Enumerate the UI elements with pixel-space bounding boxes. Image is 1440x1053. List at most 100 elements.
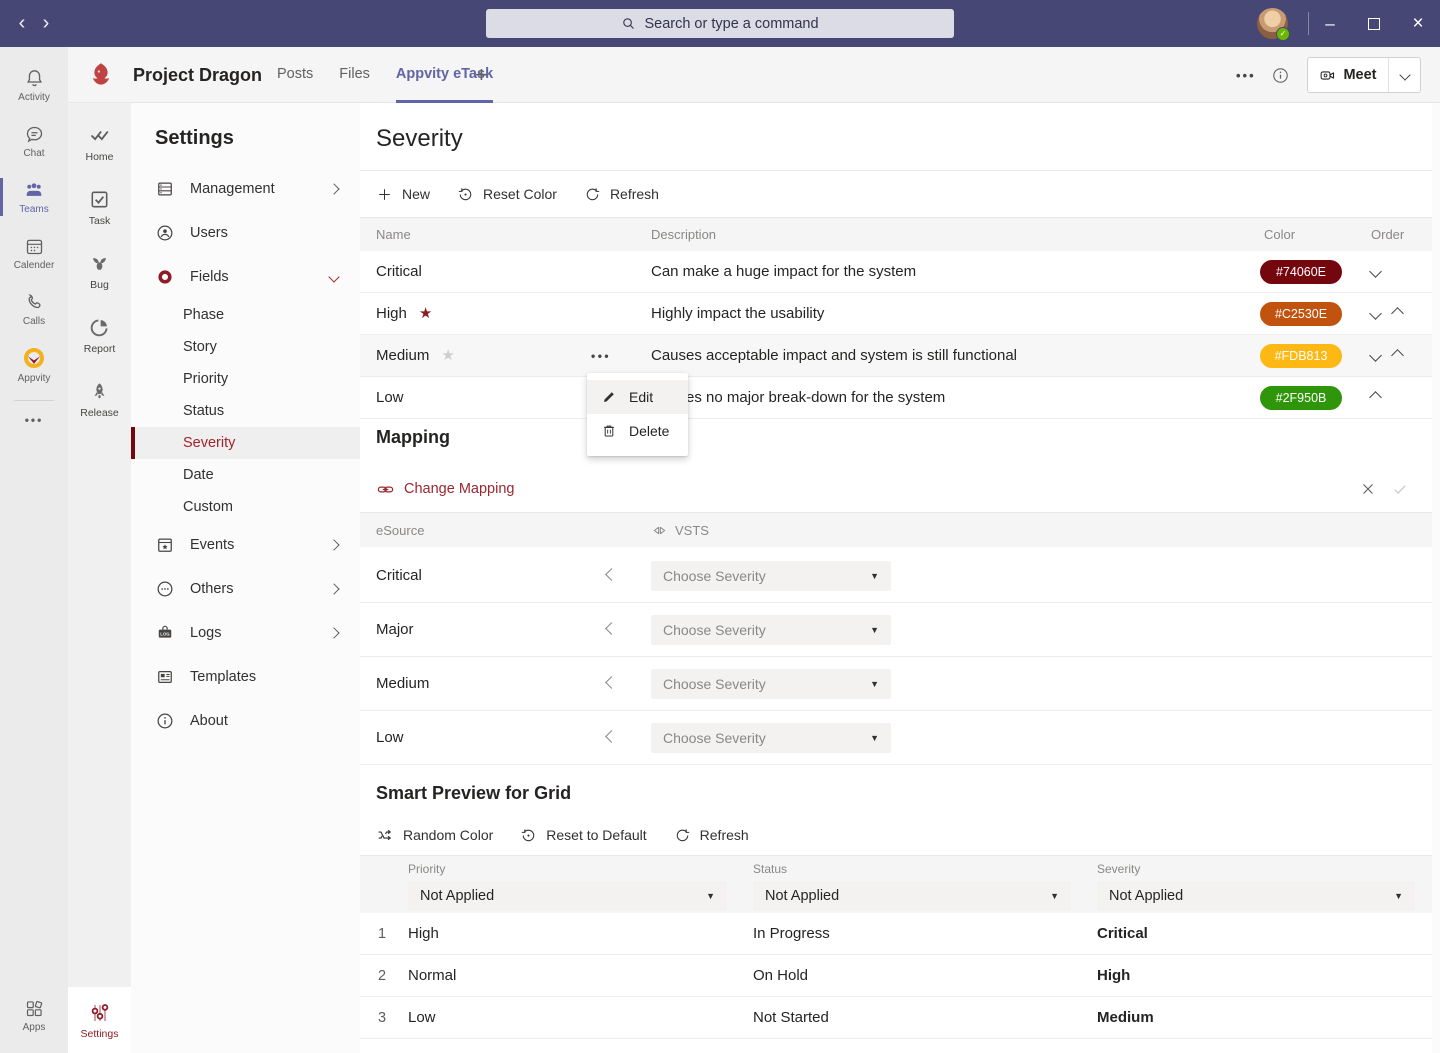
star-filled-icon[interactable]: ★ xyxy=(419,306,432,321)
refresh-button[interactable]: Refresh xyxy=(584,186,659,203)
order-up-icon[interactable] xyxy=(1369,391,1382,404)
tab-posts[interactable]: Posts xyxy=(277,47,313,103)
rail-teams[interactable]: Teams xyxy=(0,169,68,225)
rail-chat[interactable]: Chat xyxy=(0,113,68,169)
avatar[interactable]: ✓ xyxy=(1257,8,1288,39)
severity-row-medium[interactable]: Medium ★ ••• Causes acceptable impact an… xyxy=(360,335,1432,377)
rail-activity[interactable]: Activity xyxy=(0,57,68,113)
reset-color-button[interactable]: Reset Color xyxy=(457,186,557,203)
preview-grid-row[interactable]: 3 Low Not Started Medium xyxy=(360,997,1432,1039)
refresh-grid-button[interactable]: Refresh xyxy=(674,827,749,844)
module-report[interactable]: Report xyxy=(68,303,131,367)
menu-item-edit[interactable]: Edit xyxy=(587,380,688,414)
order-down-icon[interactable] xyxy=(1369,349,1382,362)
module-home[interactable]: Home xyxy=(68,111,131,175)
reset-default-button[interactable]: Reset to Default xyxy=(520,827,646,844)
module-release[interactable]: Release xyxy=(68,367,131,431)
sidebar-item-templates[interactable]: Templates xyxy=(131,655,360,699)
main-content: Severity New Reset Color Refresh Name De… xyxy=(360,103,1432,1053)
color-chip[interactable]: #C2530E xyxy=(1260,302,1342,326)
order-up-icon[interactable] xyxy=(1391,307,1404,320)
rail-appvity-label: Appvity xyxy=(18,373,51,384)
sidebar-item-date[interactable]: Date xyxy=(131,459,360,491)
scrollbar[interactable] xyxy=(1432,103,1440,1053)
choose-severity-dropdown[interactable]: Choose Severity ▼ xyxy=(651,669,891,699)
filter-label-priority: Priority xyxy=(408,862,727,876)
rail-more-button[interactable]: ••• xyxy=(0,407,68,433)
cancel-icon[interactable] xyxy=(1359,480,1377,498)
sidebar-item-about[interactable]: About xyxy=(131,699,360,743)
module-home-label: Home xyxy=(85,151,113,163)
sidebar-item-severity[interactable]: Severity xyxy=(131,427,360,459)
choose-severity-dropdown[interactable]: Choose Severity ▼ xyxy=(651,615,891,645)
order-down-icon[interactable] xyxy=(1369,265,1382,278)
sidebar-item-story[interactable]: Story xyxy=(131,331,360,363)
minimize-button[interactable]: – xyxy=(1316,0,1344,47)
mapping-title: Mapping xyxy=(376,427,450,448)
color-chip[interactable]: #74060E xyxy=(1260,260,1342,284)
meet-options-button[interactable] xyxy=(1389,58,1420,92)
module-rail: Home Task Bug Report Release Settings xyxy=(68,103,131,1053)
col-vsts: VSTS xyxy=(675,523,709,538)
rail-activity-label: Activity xyxy=(18,92,50,103)
preview-grid-row[interactable]: 2 Normal On Hold High xyxy=(360,955,1432,997)
search-input[interactable]: Search or type a command xyxy=(486,9,954,38)
menu-item-delete[interactable]: Delete xyxy=(587,414,688,448)
module-release-label: Release xyxy=(80,407,119,419)
module-task[interactable]: Task xyxy=(68,175,131,239)
sidebar-item-status[interactable]: Status xyxy=(131,395,360,427)
sidebar-item-logs[interactable]: LOG Logs xyxy=(131,611,360,655)
module-settings[interactable]: Settings xyxy=(68,987,131,1053)
sidebar-item-phase[interactable]: Phase xyxy=(131,299,360,331)
choose-severity-dropdown[interactable]: Choose Severity ▼ xyxy=(651,561,891,591)
plus-icon xyxy=(376,186,393,203)
maximize-button[interactable] xyxy=(1360,0,1388,47)
random-color-button[interactable]: Random Color xyxy=(376,826,493,844)
sidebar-item-users[interactable]: Users xyxy=(131,211,360,255)
severity-row-high[interactable]: High ★ Highly impact the usability #C253… xyxy=(360,293,1432,335)
sidebar-item-priority[interactable]: Priority xyxy=(131,363,360,395)
info-icon[interactable] xyxy=(1271,66,1290,85)
severity-row-low[interactable]: Low Causes no major break-down for the s… xyxy=(360,377,1432,419)
sidebar-item-fields[interactable]: Fields xyxy=(131,255,360,299)
sidebar-item-custom[interactable]: Custom xyxy=(131,491,360,523)
close-button[interactable]: × xyxy=(1404,0,1432,47)
color-chip[interactable]: #FDB813 xyxy=(1260,344,1342,368)
order-down-icon[interactable] xyxy=(1369,307,1382,320)
sidebar-item-events[interactable]: Events xyxy=(131,523,360,567)
confirm-icon[interactable] xyxy=(1391,480,1409,498)
new-button[interactable]: New xyxy=(376,186,430,203)
severity-filter-dropdown[interactable]: Not Applied ▼ xyxy=(1097,881,1415,911)
star-outline-icon[interactable]: ★ xyxy=(441,348,454,363)
tab-files[interactable]: Files xyxy=(339,47,370,103)
severity-row-critical[interactable]: Critical Can make a huge impact for the … xyxy=(360,251,1432,293)
priority-filter-dropdown[interactable]: Not Applied ▼ xyxy=(408,881,727,911)
module-bug[interactable]: Bug xyxy=(68,239,131,303)
appvity-logo-icon xyxy=(22,346,46,370)
filter-label-status: Status xyxy=(753,862,1071,876)
rail-appvity[interactable]: Appvity xyxy=(0,337,68,393)
row-more-button[interactable]: ••• xyxy=(591,335,611,376)
dropdown-value: Not Applied xyxy=(420,888,706,904)
logs-icon: LOG xyxy=(155,623,175,643)
rail-apps[interactable]: Apps xyxy=(0,987,68,1043)
mapping-source-label: Critical xyxy=(376,549,422,602)
channel-more-button[interactable]: ••• xyxy=(1236,47,1256,103)
color-chip[interactable]: #2F950B xyxy=(1260,386,1342,410)
change-mapping-link[interactable]: Change Mapping xyxy=(376,473,514,505)
meet-button[interactable]: Meet xyxy=(1308,58,1389,92)
add-tab-button[interactable]: + xyxy=(475,47,488,103)
rail-calls[interactable]: Calls xyxy=(0,281,68,337)
title-bar: ‹ › Search or type a command ✓ – × xyxy=(0,0,1440,47)
back-icon[interactable]: ‹ xyxy=(10,0,34,47)
row-description: Highly impact the usability xyxy=(651,293,824,334)
order-up-icon[interactable] xyxy=(1391,349,1404,362)
rail-calendar[interactable]: Calender xyxy=(0,225,68,281)
sidebar-item-others[interactable]: Others xyxy=(131,567,360,611)
choose-severity-dropdown[interactable]: Choose Severity ▼ xyxy=(651,723,891,753)
status-filter-dropdown[interactable]: Not Applied ▼ xyxy=(753,881,1071,911)
sidebar-item-management[interactable]: Management xyxy=(131,167,360,211)
forward-icon[interactable]: › xyxy=(34,0,58,47)
module-task-label: Task xyxy=(89,215,111,227)
preview-grid-row[interactable]: 1 High In Progress Critical xyxy=(360,913,1432,955)
